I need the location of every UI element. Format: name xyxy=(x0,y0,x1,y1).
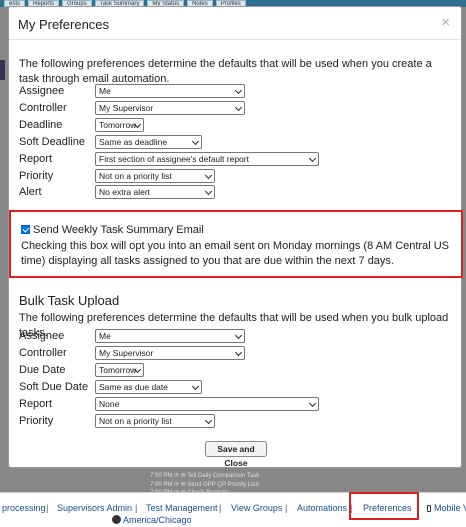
field-label: Controller xyxy=(19,347,67,359)
field-label: Report xyxy=(19,398,53,410)
globe-icon xyxy=(112,515,121,524)
chevron-down-icon xyxy=(234,86,243,95)
email-assignee-row: Assignee Me xyxy=(19,84,459,98)
footer-link-automations[interactable]: Automations xyxy=(297,503,347,513)
chevron-down-icon xyxy=(191,382,200,391)
field-label: Soft Deadline xyxy=(19,136,86,148)
field-label: Deadline xyxy=(19,119,63,131)
email-priority-row: Priority Not on a priority list xyxy=(19,169,459,183)
weekly-summary-checkbox[interactable] xyxy=(21,225,30,234)
bulk-due-date-row: Due Date Tomorrow xyxy=(19,363,459,377)
field-label: Alert xyxy=(19,186,42,198)
field-label: Priority xyxy=(19,170,54,182)
email-soft-deadline-row: Soft Deadline Same as deadline xyxy=(19,135,459,149)
email-soft-deadline-select[interactable]: Same as deadline xyxy=(95,135,202,149)
field-label: Assignee xyxy=(19,330,65,342)
save-and-close-button[interactable]: Save and Close xyxy=(205,441,267,468)
weekly-summary-highlight-box: Send Weekly Task Summary Email Checking … xyxy=(9,210,463,278)
chevron-down-icon xyxy=(234,348,243,357)
email-assignee-select[interactable]: Me xyxy=(95,84,245,98)
email-report-select[interactable]: First section of assignee's default repo… xyxy=(95,152,319,166)
bg-task-row: 7:00 PM ⟳ ✉ Send GPP QP Priority List! xyxy=(150,482,259,488)
modal-title: My Preferences xyxy=(18,17,110,32)
email-deadline-select[interactable]: Tomorrow xyxy=(95,118,144,132)
weekly-summary-description: Checking this box will opt you into an e… xyxy=(21,240,449,267)
bulk-assignee-select[interactable]: Me xyxy=(95,329,245,343)
chevron-down-icon xyxy=(308,154,317,163)
close-button[interactable]: × xyxy=(441,15,450,30)
modal-header: My Preferences × xyxy=(9,7,461,40)
bulk-report-row: Report None xyxy=(19,397,459,411)
field-label: Due Date xyxy=(19,364,66,376)
email-deadline-row: Deadline Tomorrow xyxy=(19,118,459,132)
bulk-priority-select[interactable]: Not on a priority list xyxy=(95,414,215,428)
bulk-due-date-select[interactable]: Tomorrow xyxy=(95,363,144,377)
footer-link-view-groups[interactable]: View Groups xyxy=(231,503,282,513)
bulk-priority-row: Priority Not on a priority list xyxy=(19,414,459,428)
bulk-controller-row: Controller My Supervisor xyxy=(19,346,459,360)
footer-link-mobile[interactable]: Mobile V xyxy=(427,503,466,513)
field-label: Priority xyxy=(19,415,54,427)
footer-link-processing[interactable]: processing xyxy=(2,503,46,513)
preferences-highlight-box xyxy=(349,492,419,520)
timezone-link[interactable]: America/Chicago xyxy=(112,515,192,525)
chevron-down-icon xyxy=(308,399,317,408)
email-alert-row: Alert No extra alert xyxy=(19,185,459,199)
bg-task-row: 7:00 PM ⟳ ✉ Tell Daily Comparison Task xyxy=(150,473,260,479)
field-label: Controller xyxy=(19,102,67,114)
background-sidebar-edge xyxy=(0,60,5,80)
preferences-modal: My Preferences × The following preferenc… xyxy=(8,6,463,468)
chevron-down-icon xyxy=(204,187,213,196)
bulk-report-select[interactable]: None xyxy=(95,397,319,411)
phone-icon xyxy=(427,505,431,512)
chevron-down-icon xyxy=(234,331,243,340)
weekly-summary-option[interactable]: Send Weekly Task Summary Email xyxy=(21,223,204,237)
email-report-row: Report First section of assignee's defau… xyxy=(19,152,459,166)
email-priority-select[interactable]: Not on a priority list xyxy=(95,169,215,183)
email-controller-select[interactable]: My Supervisor xyxy=(95,101,245,115)
bulk-soft-due-date-select[interactable]: Same as due date xyxy=(95,380,202,394)
chevron-down-icon xyxy=(234,103,243,112)
weekly-summary-label: Send Weekly Task Summary Email xyxy=(33,224,204,236)
field-label: Soft Due Date xyxy=(19,381,89,393)
field-label: Assignee xyxy=(19,85,65,97)
bulk-upload-title: Bulk Task Upload xyxy=(19,293,120,308)
email-alert-select[interactable]: No extra alert xyxy=(95,185,215,199)
footer-link-supervisors-admin[interactable]: Supervisors Admin xyxy=(57,503,132,513)
email-controller-row: Controller My Supervisor xyxy=(19,101,459,115)
field-label: Report xyxy=(19,153,53,165)
chevron-down-icon xyxy=(204,416,213,425)
bulk-soft-due-date-row: Soft Due Date Same as due date xyxy=(19,380,459,394)
chevron-down-icon xyxy=(191,137,200,146)
email-automation-intro: The following preferences determine the … xyxy=(19,58,432,85)
bulk-controller-select[interactable]: My Supervisor xyxy=(95,346,245,360)
chevron-down-icon xyxy=(204,171,213,180)
bulk-assignee-row: Assignee Me xyxy=(19,329,459,343)
footer-link-test-management[interactable]: Test Management xyxy=(146,503,218,513)
